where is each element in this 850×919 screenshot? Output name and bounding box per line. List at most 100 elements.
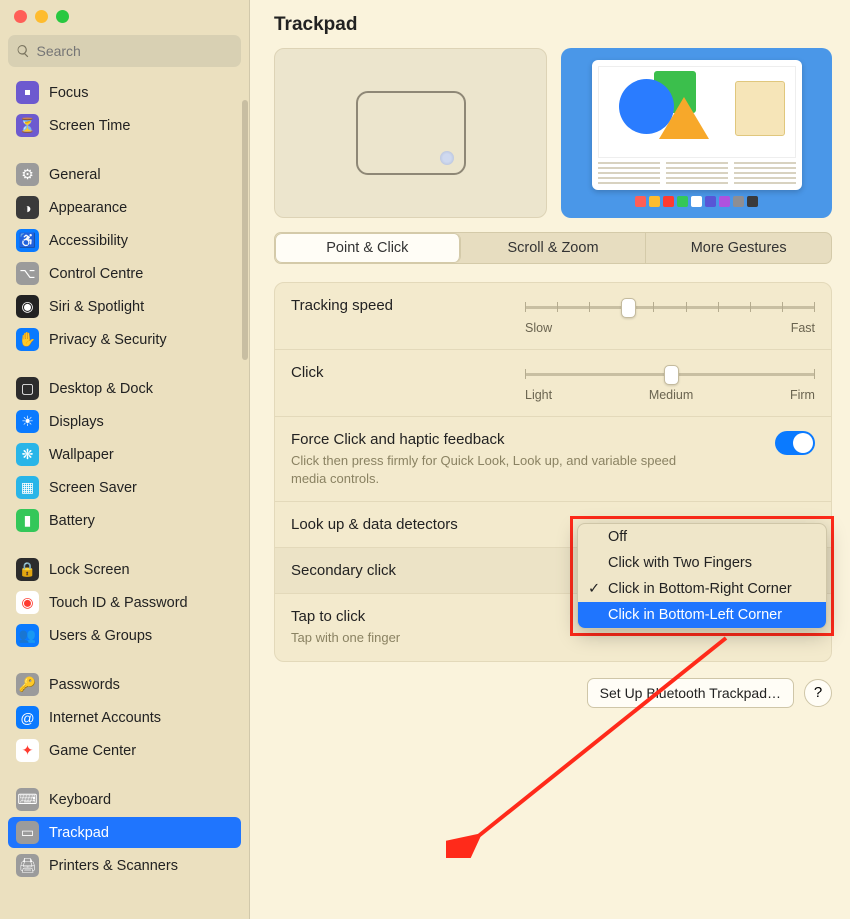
sidebar-icon: 🔒 [16, 558, 39, 581]
sidebar-icon: ▭ [16, 821, 39, 844]
sidebar-item-label: General [49, 167, 101, 183]
trackpad-preview [274, 48, 547, 218]
sub-force-click: Click then press firmly for Quick Look, … [291, 452, 711, 487]
label-force-click: Force Click and haptic feedback [291, 431, 711, 448]
setup-bluetooth-button[interactable]: Set Up Bluetooth Trackpad… [587, 678, 794, 708]
sidebar-item-desktop-dock[interactable]: ▢ Desktop & Dock [8, 373, 241, 404]
sidebar-item-internet-accounts[interactable]: @ Internet Accounts [8, 702, 241, 733]
tab-scroll-zoom[interactable]: Scroll & Zoom [461, 233, 647, 263]
sidebar-icon: 🔑 [16, 673, 39, 696]
sidebar-item-label: Touch ID & Password [49, 595, 188, 611]
sidebar-item-label: Game Center [49, 743, 136, 759]
row-force-click: Force Click and haptic feedback Click th… [275, 417, 831, 502]
label-click: Click [291, 364, 324, 381]
sidebar-item-label: Battery [49, 513, 95, 529]
sidebar-item-label: Screen Saver [49, 480, 137, 496]
sidebar-item-trackpad[interactable]: ▭Trackpad [8, 817, 241, 848]
desktop-mock [592, 60, 802, 190]
sidebar-icon: ◉ [16, 591, 39, 614]
sidebar-item-passwords[interactable]: 🔑 Passwords [8, 669, 241, 700]
sidebar-item-touch-id-password[interactable]: ◉ Touch ID & Password [8, 587, 241, 618]
sidebar-item-game-center[interactable]: ✦ Game Center [8, 735, 241, 766]
sidebar-item-label: Wallpaper [49, 447, 114, 463]
page-title: Trackpad [274, 14, 832, 36]
sidebar-item-label: Desktop & Dock [49, 381, 153, 397]
sidebar-icon: ❋ [16, 443, 39, 466]
preview-row [274, 48, 832, 218]
sidebar-icon: ⌥ [16, 262, 39, 285]
sidebar-item-label: Lock Screen [49, 562, 130, 578]
search-icon [16, 43, 30, 59]
sidebar-item-general[interactable]: ⚙General [8, 159, 241, 190]
sidebar-item-screen-time[interactable]: ⏳ Screen Time [8, 110, 241, 141]
sidebar-item-label: Printers & Scanners [49, 858, 178, 874]
sidebar: ￭Focus ⏳ Screen Time ⚙General◑Appearance ♿ Ac… [0, 0, 250, 919]
menu-option-click-in-bottom-right-corner[interactable]: Click in Bottom-Right Corner [578, 576, 826, 602]
help-button[interactable]: ? [804, 679, 832, 707]
sidebar-icon: 🖨 [16, 854, 39, 877]
main-panel: Trackpad Point & ClickScroll & ZoomMore … [250, 0, 850, 919]
sidebar-icon: ⌨ [16, 788, 39, 811]
sidebar-item-battery[interactable]: ▮Battery [8, 505, 241, 536]
sidebar-icon: @ [16, 706, 39, 729]
sidebar-item-label: Screen Time [49, 118, 130, 134]
search-input-wrap[interactable] [8, 35, 241, 67]
sidebar-list: ￭Focus ⏳ Screen Time ⚙General◑Appearance ♿ Ac… [0, 75, 249, 919]
sidebar-item-control-centre[interactable]: ⌥ Control Centre [8, 258, 241, 289]
sidebar-item-appearance[interactable]: ◑Appearance [8, 192, 241, 223]
sidebar-item-keyboard[interactable]: ⌨ Keyboard [8, 784, 241, 815]
sidebar-item-screen-saver[interactable]: ▦ Screen Saver [8, 472, 241, 503]
slider-click[interactable]: LightMediumFirm [525, 364, 815, 402]
annotation-box: OffClick with Two FingersClick in Bottom… [570, 516, 834, 636]
menu-option-off[interactable]: Off [578, 524, 826, 550]
window-controls [0, 0, 249, 29]
annotation-arrow [446, 628, 746, 858]
sidebar-icon: ☀ [16, 410, 39, 433]
label-lookup: Look up & data detectors [291, 516, 458, 533]
sidebar-icon: ⏳ [16, 114, 39, 137]
sidebar-item-label: Siri & Spotlight [49, 299, 144, 315]
sub-tap-to-click: Tap with one finger [291, 629, 400, 647]
row-tracking-speed: Tracking speed SlowFast [275, 283, 831, 350]
tab-more-gestures[interactable]: More Gestures [646, 233, 831, 263]
tab-bar: Point & ClickScroll & ZoomMore Gestures [274, 232, 832, 264]
label-tracking-speed: Tracking speed [291, 297, 393, 314]
sidebar-item-printers-scanners[interactable]: 🖨 Printers & Scanners [8, 850, 241, 881]
sidebar-item-privacy-security[interactable]: ✋Privacy & Security [8, 324, 241, 355]
sidebar-icon: ♿ [16, 229, 39, 252]
sidebar-item-label: Keyboard [49, 792, 111, 808]
sidebar-item-label: Passwords [49, 677, 120, 693]
label-tap-to-click: Tap to click [291, 608, 400, 625]
sidebar-item-lock-screen[interactable]: 🔒 Lock Screen [8, 554, 241, 585]
sidebar-item-label: Accessibility [49, 233, 128, 249]
label-secondary-click: Secondary click [291, 562, 396, 579]
sidebar-item-wallpaper[interactable]: ❋ Wallpaper [8, 439, 241, 470]
fullscreen-window-button[interactable] [56, 10, 69, 23]
slider-tracking-speed[interactable]: SlowFast [525, 297, 815, 335]
sidebar-item-users-groups[interactable]: 👥Users & Groups [8, 620, 241, 651]
sidebar-icon: ▢ [16, 377, 39, 400]
sidebar-item-focus[interactable]: ￭Focus [8, 77, 241, 108]
sidebar-item-displays[interactable]: ☀ Displays [8, 406, 241, 437]
sidebar-item-label: Control Centre [49, 266, 143, 282]
secondary-click-menu[interactable]: OffClick with Two FingersClick in Bottom… [577, 523, 827, 629]
sidebar-item-label: Displays [49, 414, 104, 430]
tab-point-click[interactable]: Point & Click [275, 233, 461, 263]
sidebar-item-label: Internet Accounts [49, 710, 161, 726]
menu-option-click-in-bottom-left-corner[interactable]: Click in Bottom-Left Corner [578, 602, 826, 628]
sidebar-scrollbar[interactable] [242, 100, 248, 360]
sidebar-icon: 👥 [16, 624, 39, 647]
search-input[interactable] [36, 43, 233, 59]
sidebar-icon: ✦ [16, 739, 39, 762]
sidebar-icon: ￭ [16, 81, 39, 104]
minimize-window-button[interactable] [35, 10, 48, 23]
sidebar-item-label: Privacy & Security [49, 332, 167, 348]
sidebar-item-label: Appearance [49, 200, 127, 216]
sidebar-item-accessibility[interactable]: ♿ Accessibility [8, 225, 241, 256]
sidebar-icon: ▦ [16, 476, 39, 499]
toggle-force-click[interactable] [775, 431, 815, 455]
menu-option-click-with-two-fingers[interactable]: Click with Two Fingers [578, 550, 826, 576]
close-window-button[interactable] [14, 10, 27, 23]
footer: Set Up Bluetooth Trackpad… ? [274, 678, 832, 708]
sidebar-item-siri-spotlight[interactable]: ◉Siri & Spotlight [8, 291, 241, 322]
